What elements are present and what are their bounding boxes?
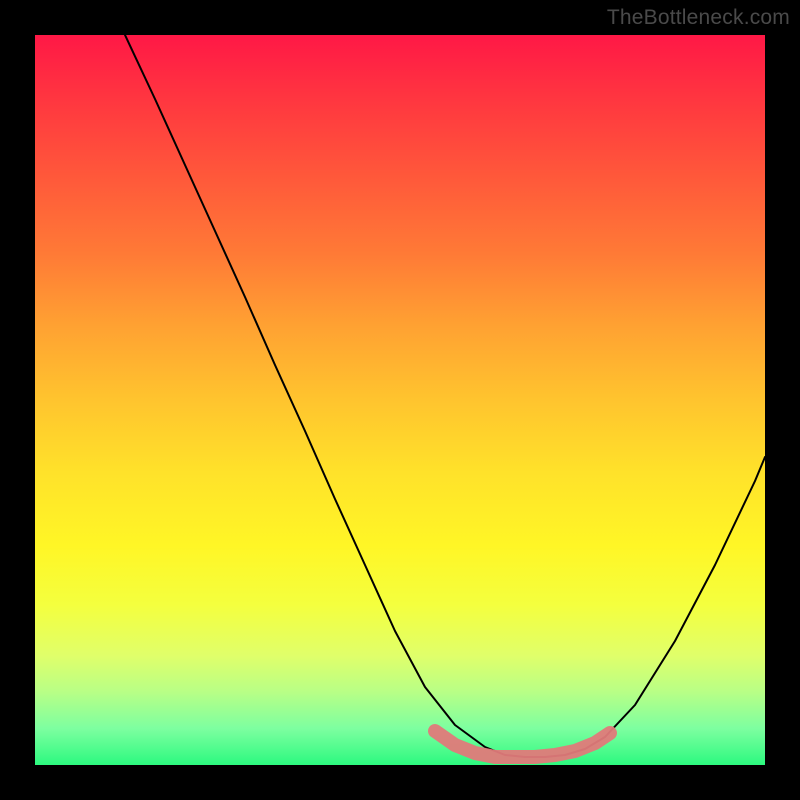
plot-area: [35, 35, 765, 765]
curve-svg: [35, 35, 765, 765]
chart-frame: TheBottleneck.com: [0, 0, 800, 800]
bottleneck-curve-line: [125, 35, 765, 757]
curve-highlight: [435, 731, 610, 757]
watermark-text: TheBottleneck.com: [607, 6, 790, 30]
